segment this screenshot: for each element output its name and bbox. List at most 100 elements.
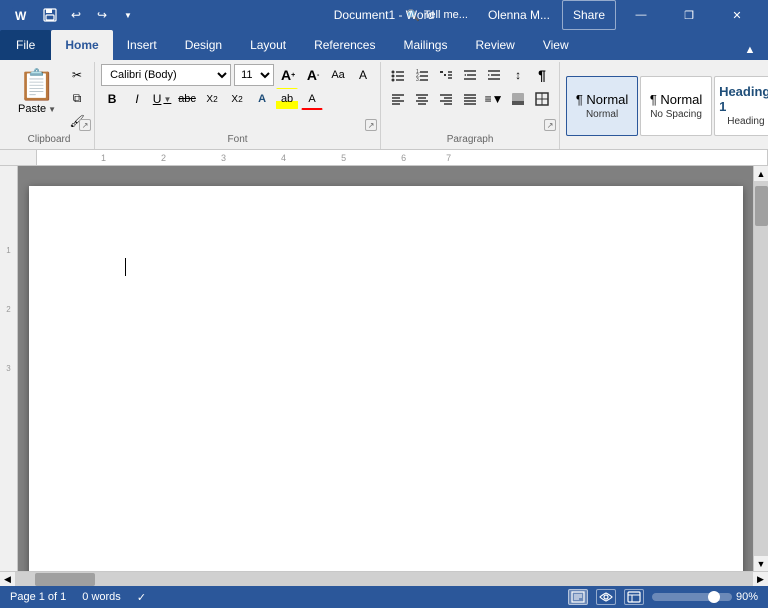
font-size-select[interactable]: 11	[234, 64, 274, 86]
print-layout-view-button[interactable]	[568, 589, 588, 605]
change-case-button[interactable]: Aa	[327, 64, 349, 86]
font-label: Font	[228, 134, 248, 147]
word-logo: W	[8, 3, 32, 27]
subscript-button[interactable]: X2	[201, 88, 223, 110]
collapse-ribbon-button[interactable]: ▲	[740, 40, 760, 60]
normal-style-label: Normal	[586, 109, 618, 120]
title-bar: W ↩ ↪ ▼ Document1 - Word 🔍 Tell me... Ol…	[0, 0, 768, 30]
highlight-button[interactable]: ab	[276, 88, 298, 110]
doc-container: 1 2 3 ▲ ▼	[0, 166, 768, 571]
shrink-font-button[interactable]: A-	[302, 64, 324, 86]
scroll-up-arrow[interactable]: ▲	[754, 166, 768, 181]
increase-indent-button[interactable]	[483, 64, 505, 86]
tab-mailings[interactable]: Mailings	[389, 30, 461, 60]
window-controls: 🔍 Tell me... Olenna M... Share — ❐ ✕	[398, 0, 760, 30]
paragraph-top-row: 1.2.3. ↕ ¶	[387, 64, 553, 86]
font-group: Calibri (Body) 11 A+ A- Aa A B I U ▼ abc…	[95, 62, 381, 149]
clipboard-expand-button[interactable]: ↗	[79, 119, 91, 131]
strikethrough-button[interactable]: abc	[176, 88, 198, 110]
paste-icon: 📋	[18, 68, 55, 103]
tab-view[interactable]: View	[529, 30, 583, 60]
paragraph-group: 1.2.3. ↕ ¶	[381, 62, 560, 149]
heading1-style-label: Heading 1	[727, 116, 768, 127]
vertical-scrollbar[interactable]: ▲ ▼	[753, 166, 768, 571]
save-button[interactable]	[38, 3, 62, 27]
bold-button[interactable]: B	[101, 88, 123, 110]
horizontal-scrollbar[interactable]: ◀ ▶	[0, 571, 768, 586]
paragraph-label: Paragraph	[447, 134, 494, 147]
scroll-thumb[interactable]	[755, 186, 768, 226]
justify-button[interactable]	[459, 88, 481, 110]
status-right: 90%	[568, 589, 758, 605]
align-right-button[interactable]	[435, 88, 457, 110]
bullets-button[interactable]	[387, 64, 409, 86]
user-account[interactable]: Olenna M...	[478, 0, 560, 30]
sort-button[interactable]: ↕	[507, 64, 529, 86]
font-format-row: B I U ▼ abc X2 X2 A ab A	[101, 88, 323, 110]
minimize-button[interactable]: —	[618, 0, 664, 30]
doc-scroll-area[interactable]	[18, 166, 753, 571]
restore-button[interactable]: ❐	[666, 0, 712, 30]
multilevel-list-button[interactable]	[435, 64, 457, 86]
style-normal[interactable]: ¶ Normal Normal	[566, 76, 638, 136]
scroll-right-arrow[interactable]: ▶	[753, 572, 768, 587]
italic-button[interactable]: I	[126, 88, 148, 110]
tab-references[interactable]: References	[300, 30, 389, 60]
copy-button[interactable]: ⧉	[66, 87, 88, 109]
tab-layout[interactable]: Layout	[236, 30, 300, 60]
borders-button[interactable]	[531, 88, 553, 110]
font-color-button[interactable]: A	[301, 88, 323, 110]
scroll-track[interactable]	[754, 181, 768, 556]
proofing-check: ✓	[137, 591, 146, 604]
superscript-button[interactable]: X2	[226, 88, 248, 110]
tab-home[interactable]: Home	[51, 30, 112, 60]
align-left-button[interactable]	[387, 88, 409, 110]
heading1-style-preview: Heading 1	[719, 84, 768, 114]
ruler: 1 2 3 4 5 6 7	[0, 150, 768, 166]
underline-button[interactable]: U ▼	[151, 88, 173, 110]
h-scroll-thumb[interactable]	[35, 573, 95, 586]
numbered-list-button[interactable]: 1.2.3.	[411, 64, 433, 86]
style-no-spacing[interactable]: ¶ Normal No Spacing	[640, 76, 712, 136]
title-bar-left: W ↩ ↪ ▼	[8, 3, 140, 27]
customize-quick-access-button[interactable]: ▼	[116, 3, 140, 27]
tab-design[interactable]: Design	[171, 30, 236, 60]
tab-review[interactable]: Review	[461, 30, 528, 60]
paragraph-bottom-row: ≡▼	[387, 88, 553, 110]
document-page[interactable]	[29, 186, 743, 571]
font-expand-button[interactable]: ↗	[365, 119, 377, 131]
shading-button[interactable]	[507, 88, 529, 110]
clear-formatting-button[interactable]: A	[352, 64, 374, 86]
tab-file[interactable]: File	[0, 30, 51, 60]
font-content: Calibri (Body) 11 A+ A- Aa A B I U ▼ abc…	[101, 64, 374, 134]
show-marks-button[interactable]: ¶	[531, 64, 553, 86]
h-scroll-track[interactable]	[15, 572, 753, 586]
line-spacing-button[interactable]: ≡▼	[483, 88, 505, 110]
zoom-slider[interactable]	[652, 593, 732, 601]
read-mode-view-button[interactable]	[596, 589, 616, 605]
web-layout-view-button[interactable]	[624, 589, 644, 605]
redo-button[interactable]: ↪	[90, 3, 114, 27]
share-button[interactable]: Share	[562, 0, 616, 30]
text-effects-button[interactable]: A	[251, 88, 273, 110]
scroll-left-arrow[interactable]: ◀	[0, 572, 15, 587]
close-button[interactable]: ✕	[714, 0, 760, 30]
paragraph-expand-button[interactable]: ↗	[544, 119, 556, 131]
zoom-thumb[interactable]	[708, 591, 720, 603]
scroll-down-arrow[interactable]: ▼	[754, 556, 768, 571]
styles-group: ¶ Normal Normal ¶ Normal No Spacing Head…	[560, 62, 768, 149]
align-center-button[interactable]	[411, 88, 433, 110]
decrease-indent-button[interactable]	[459, 64, 481, 86]
clipboard-group: 📋 Paste ▼ ✂ ⧉ 🖌 Clipboard ↗	[4, 62, 95, 149]
grow-font-button[interactable]: A+	[277, 64, 299, 86]
undo-button[interactable]: ↩	[64, 3, 88, 27]
font-name-select[interactable]: Calibri (Body)	[101, 64, 231, 86]
ribbon: 📋 Paste ▼ ✂ ⧉ 🖌 Clipboard ↗ Calibri (Bod…	[0, 60, 768, 150]
style-heading1[interactable]: Heading 1 Heading 1	[714, 76, 768, 136]
normal-style-preview: ¶ Normal	[576, 92, 629, 107]
paste-button[interactable]: 📋 Paste ▼	[10, 64, 64, 119]
cut-button[interactable]: ✂	[66, 64, 88, 86]
tab-insert[interactable]: Insert	[113, 30, 171, 60]
ribbon-tabs: File Home Insert Design Layout Reference…	[0, 30, 768, 60]
clipboard-label: Clipboard	[28, 134, 71, 147]
